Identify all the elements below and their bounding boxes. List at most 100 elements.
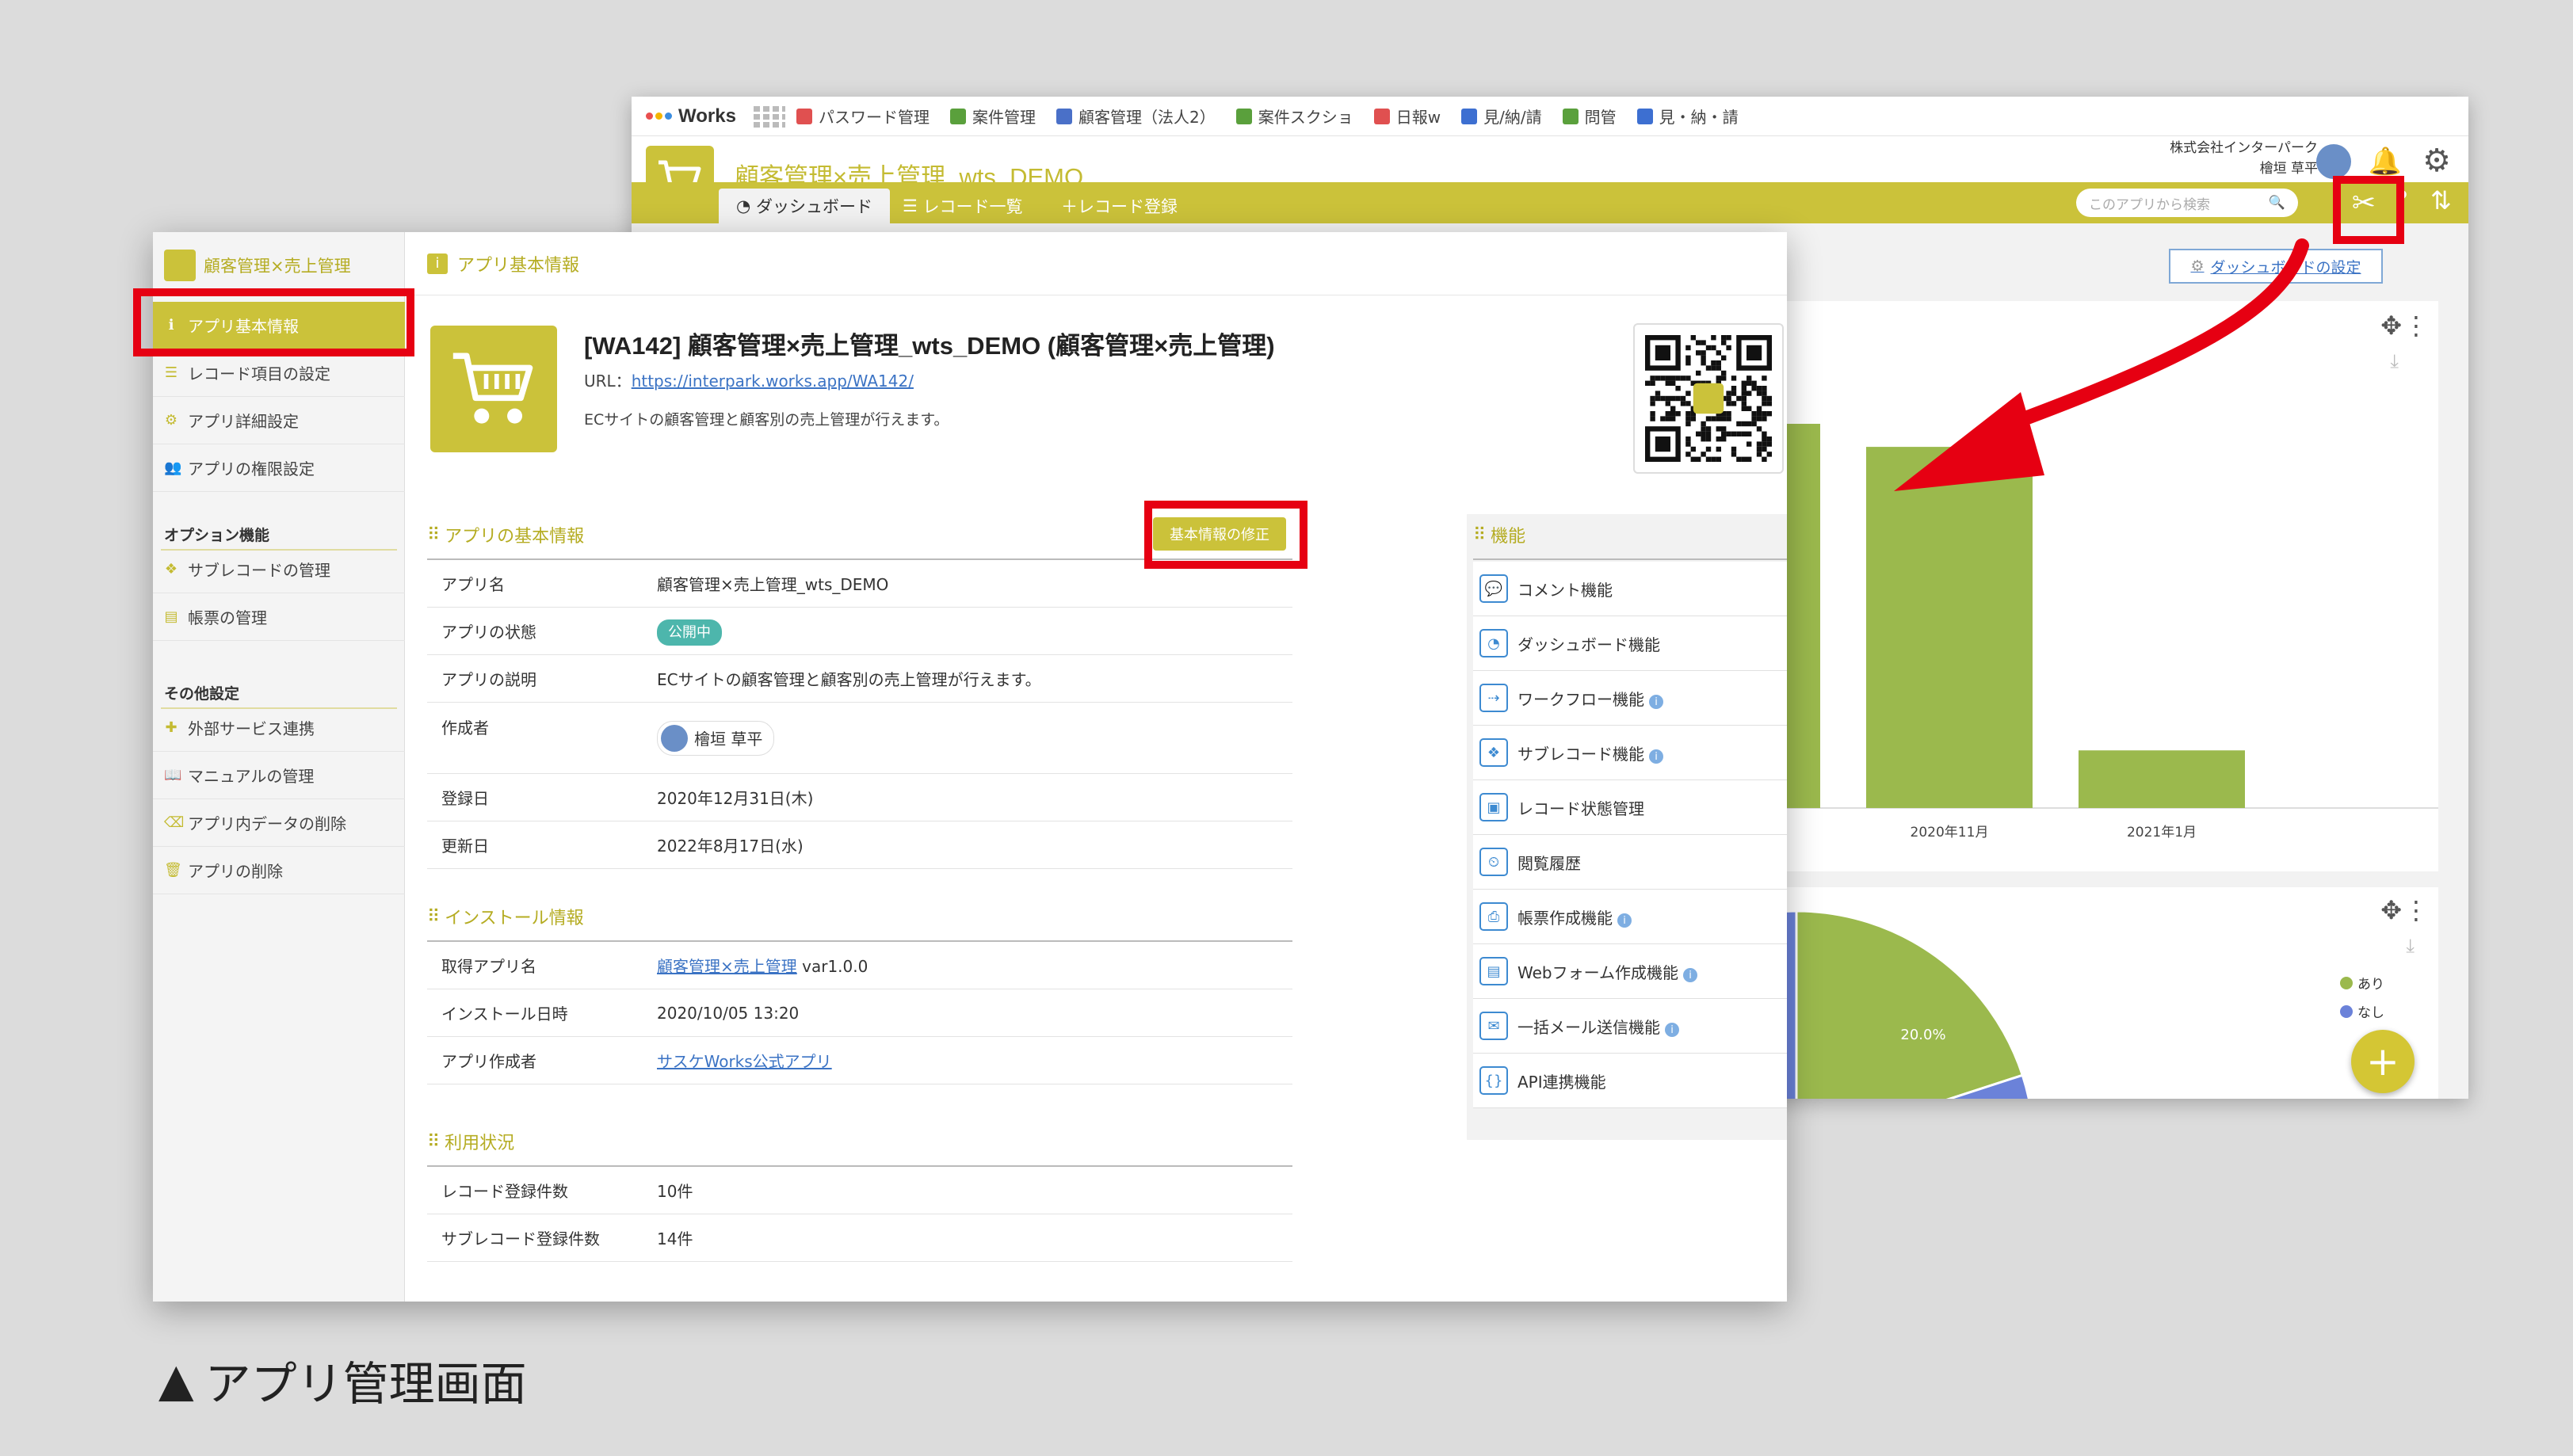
app-management-window: 顧客管理×売上管理 ℹ アプリ基本情報 ☰ レコード項目の設定 ⚙ アプリ詳細設定 👥 アプリ… [153,232,1787,1302]
sidebar-item[interactable]: 📖 マニュアルの管理 [153,752,405,799]
eraser-icon: ⌫ [164,814,185,831]
sidebar-item[interactable]: ⌫ アプリ内データの削除 [153,799,405,847]
settings-sidebar: 顧客管理×売上管理 ℹ アプリ基本情報 ☰ レコード項目の設定 ⚙ アプリ詳細設定 👥 アプリ… [153,232,405,1302]
feature-row: ⇢ワークフロー機能iOFF [1473,671,1787,726]
info-icon[interactable]: i [1649,749,1663,764]
trash-icon: 🗑 [164,862,182,879]
feature-row: {}API連携機能OFF [1473,1054,1787,1108]
app-search-input[interactable]: このアプリから検索 🔍 [2076,189,2298,217]
feature-label: ダッシュボード機能 [1517,635,1660,654]
bookmark-item[interactable]: 案件スクショ [1235,105,1353,128]
comment-icon: 💬 [1479,574,1508,603]
table-row: サブレコード登録件数 14件 [427,1214,1292,1262]
layers-icon: ❖ [1479,738,1508,767]
add-record-fab[interactable]: + [2351,1030,2415,1093]
user-name: 檜垣 草平 [2259,161,2318,177]
feature-row: ▤Webフォーム作成機能iOFF [1473,944,1787,999]
bookmark-icon [950,108,966,124]
gear-icon: ⚙ [164,412,178,429]
table-row: レコード登録件数 10件 [427,1167,1292,1214]
bookmark-item[interactable]: 日報w [1373,105,1441,128]
bell-icon[interactable]: 🔔 [2369,146,2402,177]
bookmark-icon [1636,108,1653,124]
highlight-sidebar-item [133,288,414,356]
sidebar-item[interactable]: 👥 アプリの権限設定 [153,444,405,492]
bookmark-item[interactable]: 問管 [1562,105,1617,128]
feature-label: コメント機能 [1517,580,1613,600]
list-icon: ☰ [164,364,178,381]
logo-dots-icon [646,112,672,120]
sidebar-item[interactable]: ✚ 外部サービス連携 [153,704,405,752]
bookmark-icon [1235,108,1252,124]
avatar[interactable] [2316,144,2351,179]
feature-row: 💬コメント機能ON [1473,562,1787,616]
author-link[interactable]: サスケWorks公式アプリ [657,1052,832,1071]
feature-label: API連携機能 [1517,1072,1606,1092]
creator-chip[interactable]: 檜垣 草平 [657,720,775,756]
qr-code-image [1645,335,1772,462]
data-label: 20.0% [1900,1027,1945,1043]
sidebar-item[interactable]: ☰ レコード項目の設定 [153,349,405,397]
printer-icon: ⎙ [1479,902,1508,931]
app-heading: [WA142] 顧客管理×売上管理_wts_DEMO (顧客管理×売上管理) [584,332,1275,360]
status-badge: 公開中 [657,619,722,646]
bookmark-item[interactable]: 顧客管理（法人2） [1056,105,1216,128]
main-content: i アプリ基本情報 [WA142] 顧客管理×売上管理_wts_DEMO (顧客管… [405,232,1787,1302]
tab-record-list[interactable]: ☰ レコード一覧 [885,189,1040,223]
tab-dashboard[interactable]: ◔ ダッシュボード [719,189,890,223]
info-icon[interactable]: i [1683,968,1698,982]
sync-icon[interactable]: ⇅ [2430,185,2452,215]
sidebar-item[interactable]: ❖ サブレコードの管理 [153,546,405,593]
caption-text: アプリ管理画面 [204,1357,527,1411]
table-row: インストール日時 2020/10/05 13:20 [427,989,1292,1037]
info-icon[interactable]: i [1649,695,1663,709]
app-url-link[interactable]: https://interpark.works.app/WA142/ [632,372,914,391]
feature-row: ✉一括メール送信機能iOFF [1473,999,1787,1054]
company-name: 株式会社インターパーク [2170,140,2318,156]
section-install-info: ⠿ インストール情報 [427,906,584,929]
logo-text: Works [678,105,736,127]
legend-item-yes: あり [2340,973,2384,993]
puzzle-icon: ✚ [165,719,178,736]
app-cart-icon [430,326,557,452]
list-icon: ☰ [903,196,923,215]
info-icon[interactable]: i [1617,913,1632,928]
table-row: アプリの状態 公開中 [427,608,1292,655]
drag-icon: ⠿ [427,1131,440,1152]
bookmark-item[interactable]: 見・納・請 [1636,105,1739,128]
dashboard-icon: ◔ [1479,629,1508,657]
feature-label: 一括メール送信機能 [1517,1017,1660,1037]
bookmark-icon [796,108,812,124]
triangle-icon: ▲ [158,1353,194,1407]
bookmark-item[interactable]: 案件管理 [950,105,1036,128]
table-row: 作成者 檜垣 草平 [427,703,1292,774]
history-icon: ⏲ [1479,848,1508,876]
source-app-link[interactable]: 顧客管理×売上管理 [657,957,797,976]
caption: ▲ アプリ管理画面 [158,1347,527,1413]
sidebar-item[interactable]: ⚙ アプリ詳細設定 [153,397,405,444]
workflow-icon: ⇢ [1479,684,1508,712]
app-url: URL：https://interpark.works.app/WA142/ [584,372,914,391]
sidebar-item[interactable]: 🗑 アプリの削除 [153,847,405,894]
feature-label: 帳票作成機能 [1517,908,1613,928]
bookmark-list: パスワード管理 案件管理 顧客管理（法人2） 案件スクショ 日報w 見/納/請 問管 見・納・… [796,105,1759,128]
book-icon: 📖 [164,767,182,783]
bar [2079,750,2245,808]
bookmark-item[interactable]: パスワード管理 [796,105,930,128]
qr-code [1633,323,1784,474]
table-row: 取得アプリ名 顧客管理×売上管理 var1.0.0 [427,942,1292,989]
info-icon[interactable]: i [1665,1023,1679,1037]
api-icon: {} [1479,1066,1508,1095]
avatar [661,724,688,752]
legend-item-no: なし [2340,1001,2384,1021]
works-logo[interactable]: Works [632,105,750,128]
feature-row: ⏲閲覧履歴OFF [1473,835,1787,890]
tab-record-add[interactable]: ＋レコード登録 [1044,189,1195,223]
gear-icon[interactable]: ⚙ [2422,143,2451,179]
sidebar-item[interactable]: ▤ 帳票の管理 [153,593,405,641]
sidebar-section-options: オプション機能 [164,527,270,544]
app-grid-icon[interactable] [754,105,785,128]
drag-icon: ⠿ [427,906,440,927]
bookmark-item[interactable]: 見/納/請 [1461,105,1542,128]
page-title: i アプリ基本情報 [405,232,1787,295]
